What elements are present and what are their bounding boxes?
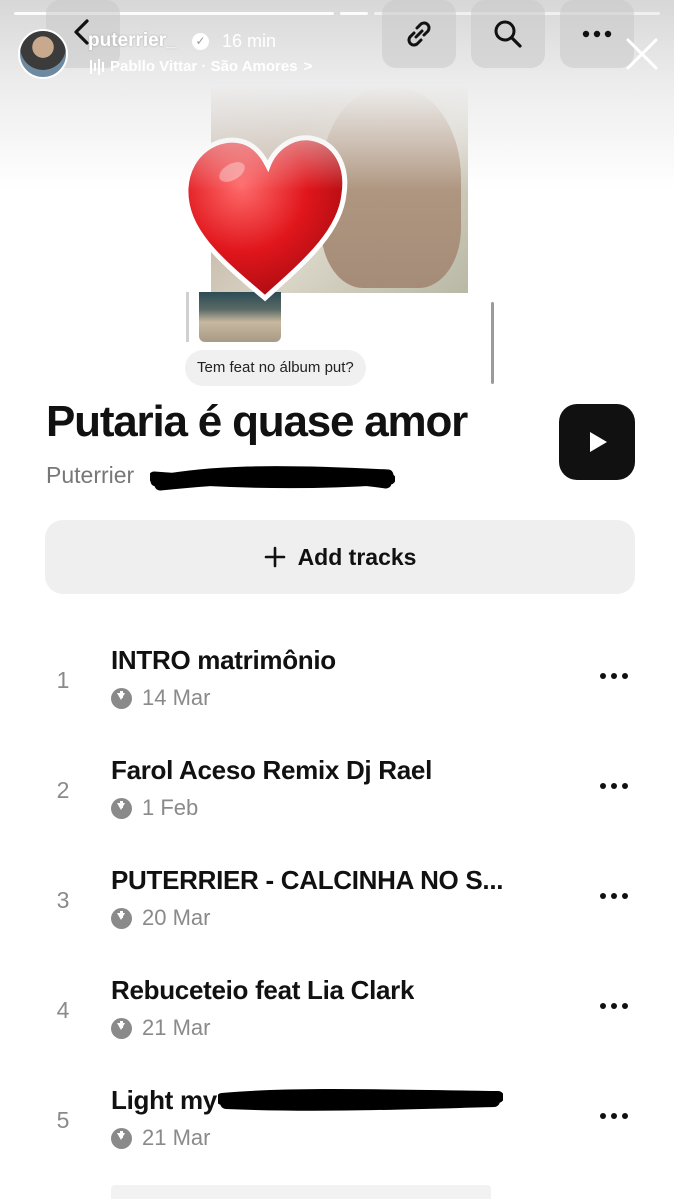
download-icon [111, 687, 132, 709]
add-tracks-label: Add tracks [297, 543, 417, 570]
track-date: 1 Feb [142, 795, 199, 820]
track-row[interactable]: 1 INTRO matrimônio 14 Mar [0, 645, 674, 755]
download-icon [111, 1017, 132, 1039]
search-button[interactable] [471, 0, 545, 68]
track-row[interactable]: 2 Farol Aceso Remix Dj Rael 1 Feb [0, 755, 674, 865]
more-icon [582, 30, 612, 38]
track-title: INTRO matrimônio [111, 645, 336, 675]
download-icon [111, 907, 132, 929]
track-date: 20 Mar [142, 905, 211, 930]
playlist-title: Putaria é quase amor [46, 397, 468, 446]
track-date: 21 Mar [142, 1125, 211, 1150]
track-more-button[interactable] [600, 1001, 628, 1011]
track-title: Farol Aceso Remix Dj Rael [111, 755, 432, 785]
track-number: 4 [56, 997, 70, 1023]
story-screen: Tem feat no álbum put? Putaria é quase a… [0, 0, 674, 1199]
more-options-button[interactable] [560, 0, 634, 68]
verified-icon: ✓ [192, 33, 209, 50]
redaction-scribble [150, 466, 395, 491]
track-number: 1 [56, 667, 70, 693]
music-label: Pabllo Vittar · São Amores [110, 58, 298, 75]
track-more-button[interactable] [600, 671, 628, 681]
story-progress-segment [340, 12, 368, 15]
search-icon [494, 20, 522, 48]
redaction-scribble [218, 1089, 503, 1111]
music-chevron-icon: > [303, 58, 313, 75]
track-date: 14 Mar [142, 685, 211, 710]
track-title: Rebuceteio feat Lia Clark [111, 975, 415, 1005]
download-icon [111, 1127, 132, 1149]
track-more-button[interactable] [600, 891, 628, 901]
track-more-button[interactable] [600, 781, 628, 791]
playlist-owner: Puterrier [46, 462, 135, 488]
track-more-button[interactable] [600, 1111, 628, 1121]
track-meta: 1 Feb [111, 795, 198, 821]
track-meta: 14 Mar [111, 685, 210, 711]
scroll-indicator [491, 302, 494, 384]
track-number: 5 [56, 1107, 70, 1133]
copy-link-button[interactable] [382, 0, 456, 68]
play-button[interactable] [559, 404, 635, 480]
download-icon [111, 797, 132, 819]
story-time: 16 min [222, 31, 277, 51]
link-icon [407, 21, 431, 47]
track-number: 2 [56, 777, 70, 803]
add-tracks-button[interactable]: Add tracks [45, 520, 635, 594]
track-meta: 21 Mar [111, 1125, 210, 1151]
track-row[interactable]: 3 PUTERRIER - CALCINHA NO S... 20 Mar [0, 865, 674, 975]
avatar[interactable] [18, 29, 68, 79]
story-username[interactable]: puterrier_ [88, 30, 177, 52]
track-number: 3 [56, 887, 70, 913]
close-icon[interactable] [624, 36, 660, 72]
plus-icon [264, 546, 285, 568]
track-date: 21 Mar [142, 1015, 211, 1040]
story-music[interactable]: Pabllo Vittar · São Amores > [90, 58, 312, 75]
track-meta: 20 Mar [111, 905, 210, 931]
track-title: PUTERRIER - CALCINHA NO S... [111, 865, 504, 895]
track-row[interactable]: 4 Rebuceteio feat Lia Clark 21 Mar [0, 975, 674, 1085]
next-track-peek [111, 1185, 491, 1199]
music-bars-icon [90, 58, 104, 75]
track-title: Light my [111, 1085, 217, 1115]
track-meta: 21 Mar [111, 1015, 210, 1041]
reply-bubble: Tem feat no álbum put? [185, 350, 366, 386]
play-icon [590, 432, 607, 452]
